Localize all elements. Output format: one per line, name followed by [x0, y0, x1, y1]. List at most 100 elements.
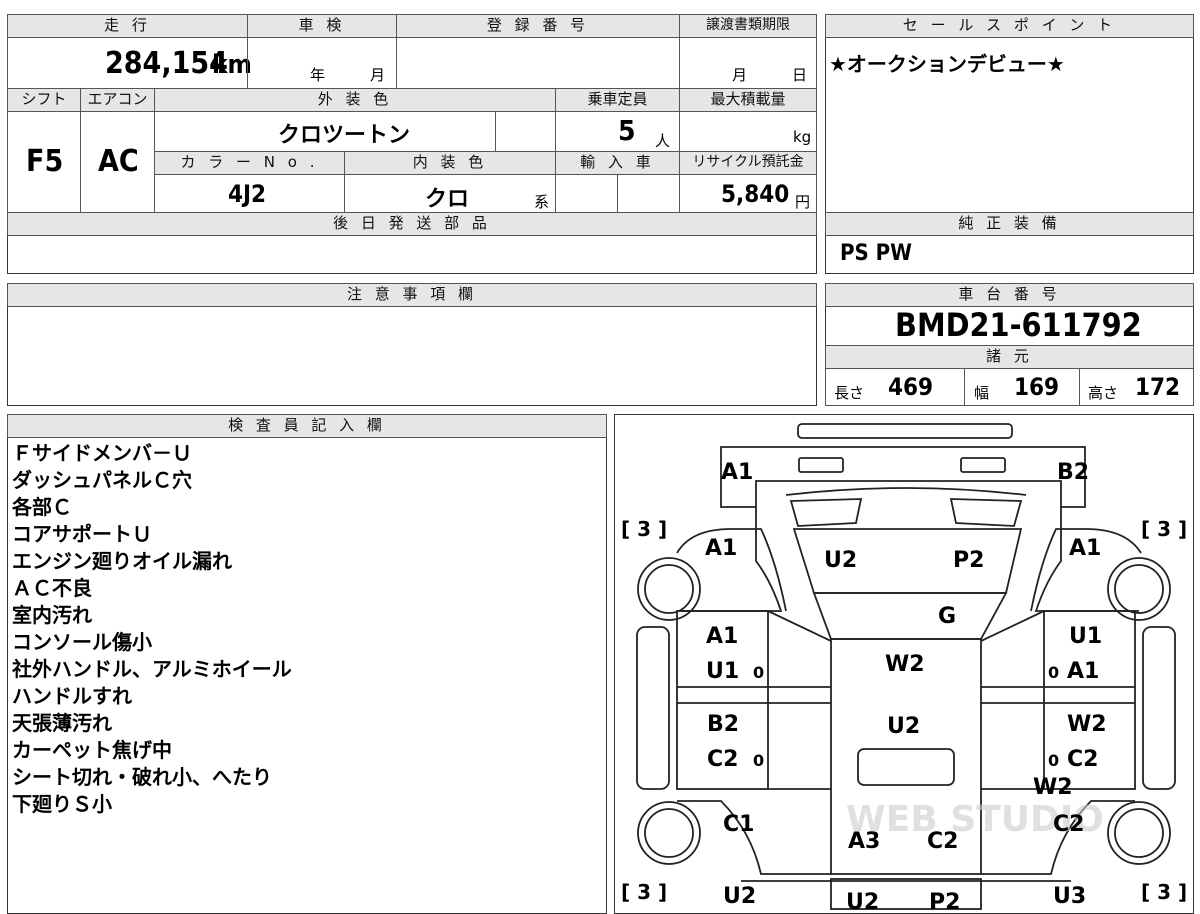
aircon-value: AC	[98, 144, 139, 179]
zero-front-right: 0	[1048, 663, 1059, 682]
code-hood-left: U2	[824, 548, 857, 573]
inspector-header: 検 査 員 記 入 欄	[7, 414, 607, 438]
zero-rear-left: 0	[753, 751, 764, 770]
code-front-door-left-2: U1	[706, 659, 739, 684]
import-cell-a	[555, 174, 618, 213]
shift-value: F5	[26, 144, 64, 179]
recycle-unit: 円	[795, 193, 811, 211]
sales-point-header: セ ー ル ス ポ イ ン ト	[825, 14, 1194, 38]
import-cell-b	[617, 174, 680, 213]
chassis-header: 車 台 番 号	[825, 283, 1194, 307]
tire-mark-front-left: [ 3 ]	[621, 517, 667, 541]
code-fender-right: A1	[1069, 536, 1101, 561]
mileage-value: 284,154	[105, 46, 228, 81]
note-line: ダッシュパネルＣ穴	[12, 468, 192, 492]
code-bottom-left: U2	[723, 884, 756, 909]
code-front-door-left-1: A1	[706, 624, 738, 649]
zero-rear-right: 0	[1048, 751, 1059, 770]
code-windshield: G	[938, 604, 956, 629]
note-line: ハンドルすれ	[12, 684, 132, 708]
capacity-unit: 人	[655, 132, 671, 150]
note-line: 下廻りＳ小	[12, 792, 112, 816]
height-label: 高さ	[1088, 384, 1119, 402]
deadline-day-unit: 日	[792, 66, 808, 84]
car-diagram-panel: [ 3 ] [ 3 ] [ 3 ] [ 3 ] WEB STUDIO A1 B2…	[614, 414, 1194, 914]
chassis-number: BMD21-611792	[895, 306, 1142, 344]
note-line: コンソール傷小	[12, 630, 152, 654]
color-no-header: カ ラ ー N o .	[154, 151, 345, 175]
code-bottom-right: U3	[1053, 884, 1086, 909]
code-roof-mid: U2	[887, 714, 920, 739]
later-parts-header: 後 日 発 送 部 品	[7, 212, 817, 236]
code-front-right: B2	[1057, 460, 1089, 485]
interior-color-value: クロ	[425, 187, 470, 212]
tire-mark-rear-left: [ 3 ]	[621, 880, 667, 904]
code-bottom-center-1: U2	[846, 890, 879, 912]
note-line: 天張薄汚れ	[12, 711, 112, 735]
note-line: エンジン廻りオイル漏れ	[12, 549, 232, 573]
width-label: 幅	[974, 384, 990, 402]
code-front-door-right-1: U1	[1069, 624, 1102, 649]
code-rear-door-left-1: B2	[707, 712, 739, 737]
length-label: 長さ	[834, 384, 865, 402]
registration-cell	[396, 37, 680, 89]
standard-equipment-header: 純 正 装 備	[825, 212, 1194, 236]
tire-mark-front-right: [ 3 ]	[1141, 517, 1187, 541]
import-header: 輸 入 車	[555, 151, 680, 175]
car-damage-diagram: [ 3 ] [ 3 ] [ 3 ] [ 3 ] WEB STUDIO A1 B2…	[621, 423, 1187, 912]
code-hood-right: P2	[953, 548, 984, 573]
mileage-unit: km	[212, 50, 252, 80]
code-bottom-center-2: P2	[929, 890, 960, 912]
exterior-color-value: クロツートン	[278, 123, 411, 148]
code-quarter-right: C2	[1053, 812, 1084, 837]
inspection-year-unit: 年	[310, 66, 326, 84]
inspection-header: 車 検	[247, 14, 397, 38]
note-line: カーペット焦げ中	[12, 738, 172, 762]
inspector-notes: Ｆサイドメンバ－Ｕ ダッシュパネルＣ穴 各部Ｃ コアサポートＵ エンジン廻りオイ…	[12, 440, 292, 818]
standard-equipment-value: PS PW	[840, 241, 912, 266]
inspection-month-unit: 月	[370, 66, 386, 84]
note-line: Ｆサイドメンバ－Ｕ	[12, 441, 192, 465]
dimensions-header: 諸 元	[825, 345, 1194, 369]
zero-front-left: 0	[753, 663, 764, 682]
length-value: 469	[888, 373, 934, 401]
code-rear-door-right-1: W2	[1067, 712, 1107, 737]
code-fender-left: A1	[705, 536, 737, 561]
max-load-unit: kg	[793, 128, 812, 146]
note-line: ＡＣ不良	[12, 576, 92, 600]
deadline-month-unit: 月	[732, 66, 748, 84]
note-line: シート切れ・破れ小、へたり	[12, 765, 272, 789]
sales-point-value: ★オークションデビュー★	[829, 52, 1065, 76]
shift-header: シフト	[7, 88, 81, 112]
recycle-value: 5,840	[721, 180, 790, 208]
note-line: 各部Ｃ	[12, 495, 72, 519]
interior-color-suffix: 系	[534, 193, 550, 211]
color-no-value: 4J2	[228, 180, 267, 208]
width-value: 169	[1014, 373, 1060, 401]
aircon-header: エアコン	[80, 88, 155, 112]
code-roof-front: W2	[885, 652, 925, 677]
transfer-deadline-header: 譲渡書類期限	[679, 14, 817, 38]
capacity-value: 5	[618, 114, 636, 147]
note-line: コアサポートＵ	[12, 522, 152, 546]
code-front-door-right-2: A1	[1067, 659, 1099, 684]
code-front-left: A1	[721, 460, 753, 485]
note-line: 社外ハンドル、アルミホイール	[12, 657, 292, 681]
note-line: 室内汚れ	[12, 603, 92, 627]
max-load-header: 最大積載量	[679, 88, 817, 112]
tire-mark-rear-right: [ 3 ]	[1141, 880, 1187, 904]
code-rear-door-right-2: C2	[1067, 747, 1098, 772]
exterior-color-header: 外 装 色	[154, 88, 556, 112]
code-quarter-left: C1	[723, 812, 754, 837]
caution-header: 注 意 事 項 欄	[7, 283, 817, 307]
code-quarter-right-extra: W2	[1033, 775, 1073, 800]
code-rear-center-1: A3	[848, 829, 880, 854]
capacity-header: 乗車定員	[555, 88, 680, 112]
height-value: 172	[1135, 373, 1181, 401]
exterior-color-extra-cell	[495, 111, 556, 152]
recycle-header: リサイクル預託金	[679, 151, 817, 175]
interior-color-header: 内 装 色	[344, 151, 556, 175]
code-rear-center-2: C2	[927, 829, 958, 854]
code-rear-door-left-2: C2	[707, 747, 738, 772]
mileage-header: 走 行	[7, 14, 248, 38]
